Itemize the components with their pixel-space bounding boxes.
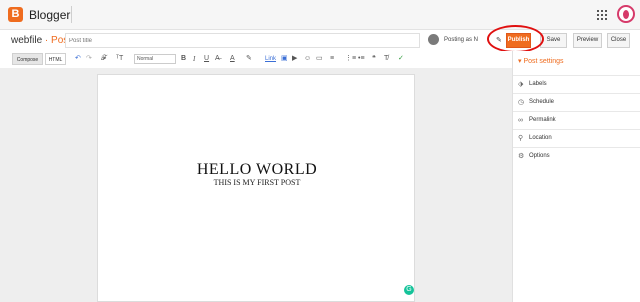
text-size-icon[interactable]: ᵀT xyxy=(116,54,123,64)
sidebar-item-options[interactable]: ⚙ Options xyxy=(513,147,640,165)
image-icon[interactable]: ▣ xyxy=(281,54,288,64)
post-heading[interactable]: HELLO WORLD xyxy=(98,161,416,179)
font-family-icon[interactable]: 𝓕 xyxy=(101,54,106,64)
sidebar-item-location[interactable]: ⚲ Location xyxy=(513,129,640,147)
apps-grid-icon[interactable] xyxy=(597,10,607,20)
divider xyxy=(71,6,72,23)
blog-name[interactable]: webfile xyxy=(11,35,42,46)
text-color-icon[interactable]: A xyxy=(230,54,235,64)
sidebar-item-label: Permalink xyxy=(529,117,556,123)
sidebar-item-schedule[interactable]: ◷ Schedule xyxy=(513,93,640,111)
strikethrough-button[interactable]: A̶ xyxy=(215,54,220,64)
italic-button[interactable]: I xyxy=(193,54,195,64)
sidebar-item-permalink[interactable]: ∞ Permalink xyxy=(513,111,640,129)
bullet-list-icon[interactable]: •≡ xyxy=(358,54,365,64)
clock-icon: ◷ xyxy=(518,99,525,106)
blogger-logo-icon[interactable]: B xyxy=(8,7,23,22)
numbered-list-icon[interactable]: ⋮≡ xyxy=(345,54,356,64)
breadcrumb-separator: · xyxy=(42,35,52,46)
bold-button[interactable]: B xyxy=(181,54,186,64)
post-subheading[interactable]: THIS IS MY FIRST POST xyxy=(98,178,416,187)
sidebar-item-label: Options xyxy=(529,153,550,159)
top-bar: B Blogger xyxy=(0,0,640,30)
close-button[interactable]: Close xyxy=(607,33,630,48)
sidebar-item-label: Location xyxy=(529,135,552,141)
link-icon: ∞ xyxy=(518,117,523,124)
sidebar-item-label: Labels xyxy=(529,81,547,87)
tag-icon: ⬗ xyxy=(518,81,524,88)
post-settings-title: ▾ Post settings xyxy=(518,58,564,65)
clear-formatting-icon[interactable]: T̸ xyxy=(384,54,388,64)
emoji-icon[interactable]: ☺ xyxy=(304,54,311,64)
redo-icon[interactable]: ↷ xyxy=(86,54,92,64)
posting-as-label[interactable]: Posting as N xyxy=(444,37,478,43)
align-icon[interactable]: ≡ xyxy=(330,54,334,64)
location-pin-icon: ⚲ xyxy=(518,135,524,142)
post-settings-label: Post settings xyxy=(523,58,564,65)
video-icon[interactable]: ▶ xyxy=(292,54,297,64)
grammarly-icon[interactable]: G xyxy=(404,285,414,295)
sidebar-item-label: Schedule xyxy=(529,99,555,105)
save-button[interactable]: Save xyxy=(540,33,567,48)
undo-icon[interactable]: ↶ xyxy=(75,54,81,64)
html-mode-button[interactable]: HTML xyxy=(45,53,66,65)
post-settings-sidebar: ▾ Post settings ⬗ Labels ◷ Schedule ∞ Pe… xyxy=(512,51,640,302)
post-body-editor[interactable]: HELLO WORLD THIS IS MY FIRST POST G xyxy=(97,74,415,302)
link-button[interactable]: Link xyxy=(265,54,276,64)
quote-icon[interactable]: ❝ xyxy=(372,54,376,64)
highlight-icon[interactable]: ✎ xyxy=(246,54,252,64)
underline-button[interactable]: U xyxy=(204,54,209,64)
jump-break-icon[interactable]: ▭ xyxy=(316,54,323,64)
preview-button[interactable]: Preview xyxy=(573,33,602,48)
compose-mode-button[interactable]: Compose xyxy=(12,53,43,65)
sidebar-item-labels[interactable]: ⬗ Labels xyxy=(513,75,640,93)
account-avatar[interactable] xyxy=(617,5,635,23)
breadcrumb: webfile · Post xyxy=(11,35,71,46)
post-header: webfile · Post Posting as N ✎ Publish Sa… xyxy=(0,30,640,51)
annotation-circle xyxy=(487,25,544,53)
app-name: Blogger xyxy=(29,8,71,22)
format-select[interactable]: Normal xyxy=(134,54,176,64)
gear-icon: ⚙ xyxy=(518,153,525,160)
author-avatar xyxy=(428,34,439,45)
post-title-input[interactable] xyxy=(65,33,420,48)
spellcheck-icon[interactable]: ✓ xyxy=(398,54,404,64)
